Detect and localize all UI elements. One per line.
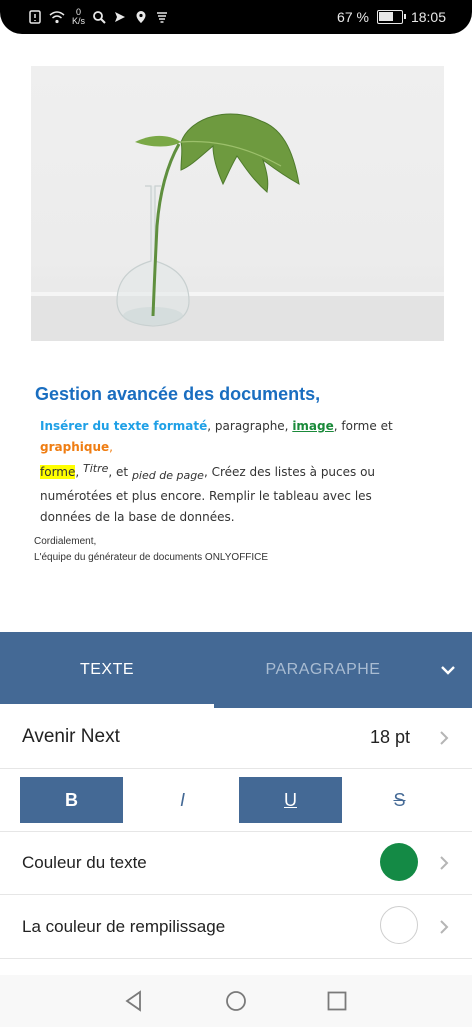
chart-text-run: graphique	[40, 440, 110, 454]
signature-block[interactable]: Cordialement, L'équipe du générateur de …	[34, 534, 268, 566]
font-name: Avenir Next	[22, 726, 120, 747]
document-paragraph[interactable]: Insérer du texte formaté, paragraphe, im…	[40, 416, 420, 528]
text-style-row: B I U S	[0, 769, 472, 832]
chevron-down-icon[interactable]	[438, 660, 458, 680]
clock: 18:05	[410, 9, 446, 25]
fill-color-label: La couleur de rempilissage	[22, 917, 226, 936]
tab-paragraphe[interactable]: PARAGRAPHE	[216, 632, 430, 708]
fill-color-swatch	[380, 906, 418, 944]
image-link-run: image	[292, 419, 334, 433]
location-icon	[136, 11, 146, 23]
fill-color-row[interactable]: La couleur de rempilissage	[0, 895, 472, 959]
italic-button[interactable]: I	[131, 777, 234, 823]
text-color-label: Couleur du texte	[22, 853, 147, 872]
tab-texte[interactable]: TEXTE	[0, 632, 214, 708]
wifi-icon	[49, 11, 65, 24]
notification-icon	[29, 10, 41, 24]
data-saver-icon	[157, 12, 168, 23]
plant-illustration	[116, 113, 300, 327]
chevron-right-icon	[440, 920, 449, 934]
battery-percent: 67 %	[337, 9, 369, 25]
highlighted-text-run: forme	[40, 465, 76, 479]
home-icon[interactable]	[224, 989, 248, 1013]
strikethrough-button[interactable]: S	[348, 777, 451, 823]
text-run: , forme et	[333, 419, 393, 433]
network-speed: 0 K/s	[72, 8, 85, 26]
system-nav-bar	[0, 975, 472, 1027]
status-bar: 0 K/s 67 % 18:05	[0, 0, 472, 34]
heading-text: Gestion avancée des documents	[35, 384, 316, 404]
formatted-text-run: Insérer du texte formaté	[40, 419, 208, 433]
back-icon[interactable]	[122, 989, 146, 1013]
heading-tail: ,	[315, 384, 321, 404]
signature-line-2: L'équipe du générateur de documents ONLY…	[34, 552, 269, 563]
superscript-title-run: Titre	[83, 462, 109, 475]
signature-line-1: Cordialement,	[34, 536, 97, 547]
chevron-right-icon	[440, 856, 449, 870]
format-panel-tabs: TEXTE PARAGRAPHE	[0, 632, 472, 708]
text-run: ,	[75, 465, 84, 479]
text-run: , paragraphe,	[207, 419, 293, 433]
battery-icon	[376, 10, 406, 24]
underline-button[interactable]: U	[239, 777, 342, 823]
subscript-footer-run: pied de page	[131, 469, 204, 482]
chevron-right-icon	[440, 731, 449, 745]
status-right: 67 % 18:05	[337, 9, 446, 25]
document-heading[interactable]: Gestion avancée des documents,	[35, 384, 320, 405]
battery-level	[378, 12, 394, 21]
network-speed-unit: K/s	[72, 16, 86, 26]
plant-vase-photo[interactable]	[31, 66, 444, 341]
recents-icon[interactable]	[325, 989, 349, 1013]
text-run: , et	[108, 465, 132, 479]
search-icon	[93, 11, 106, 24]
bold-button[interactable]: B	[20, 777, 123, 823]
font-settings-row[interactable]: Avenir Next 18 pt	[0, 708, 472, 769]
text-color-row[interactable]: Couleur du texte	[0, 832, 472, 895]
font-size: 18 pt	[369, 727, 410, 747]
text-color-swatch	[380, 843, 418, 881]
text-run: ,	[109, 440, 113, 454]
send-icon	[115, 12, 126, 22]
status-left-icons: 0 K/s	[28, 8, 169, 26]
document-canvas[interactable]: Gestion avancée des documents, Insérer d…	[0, 34, 472, 632]
